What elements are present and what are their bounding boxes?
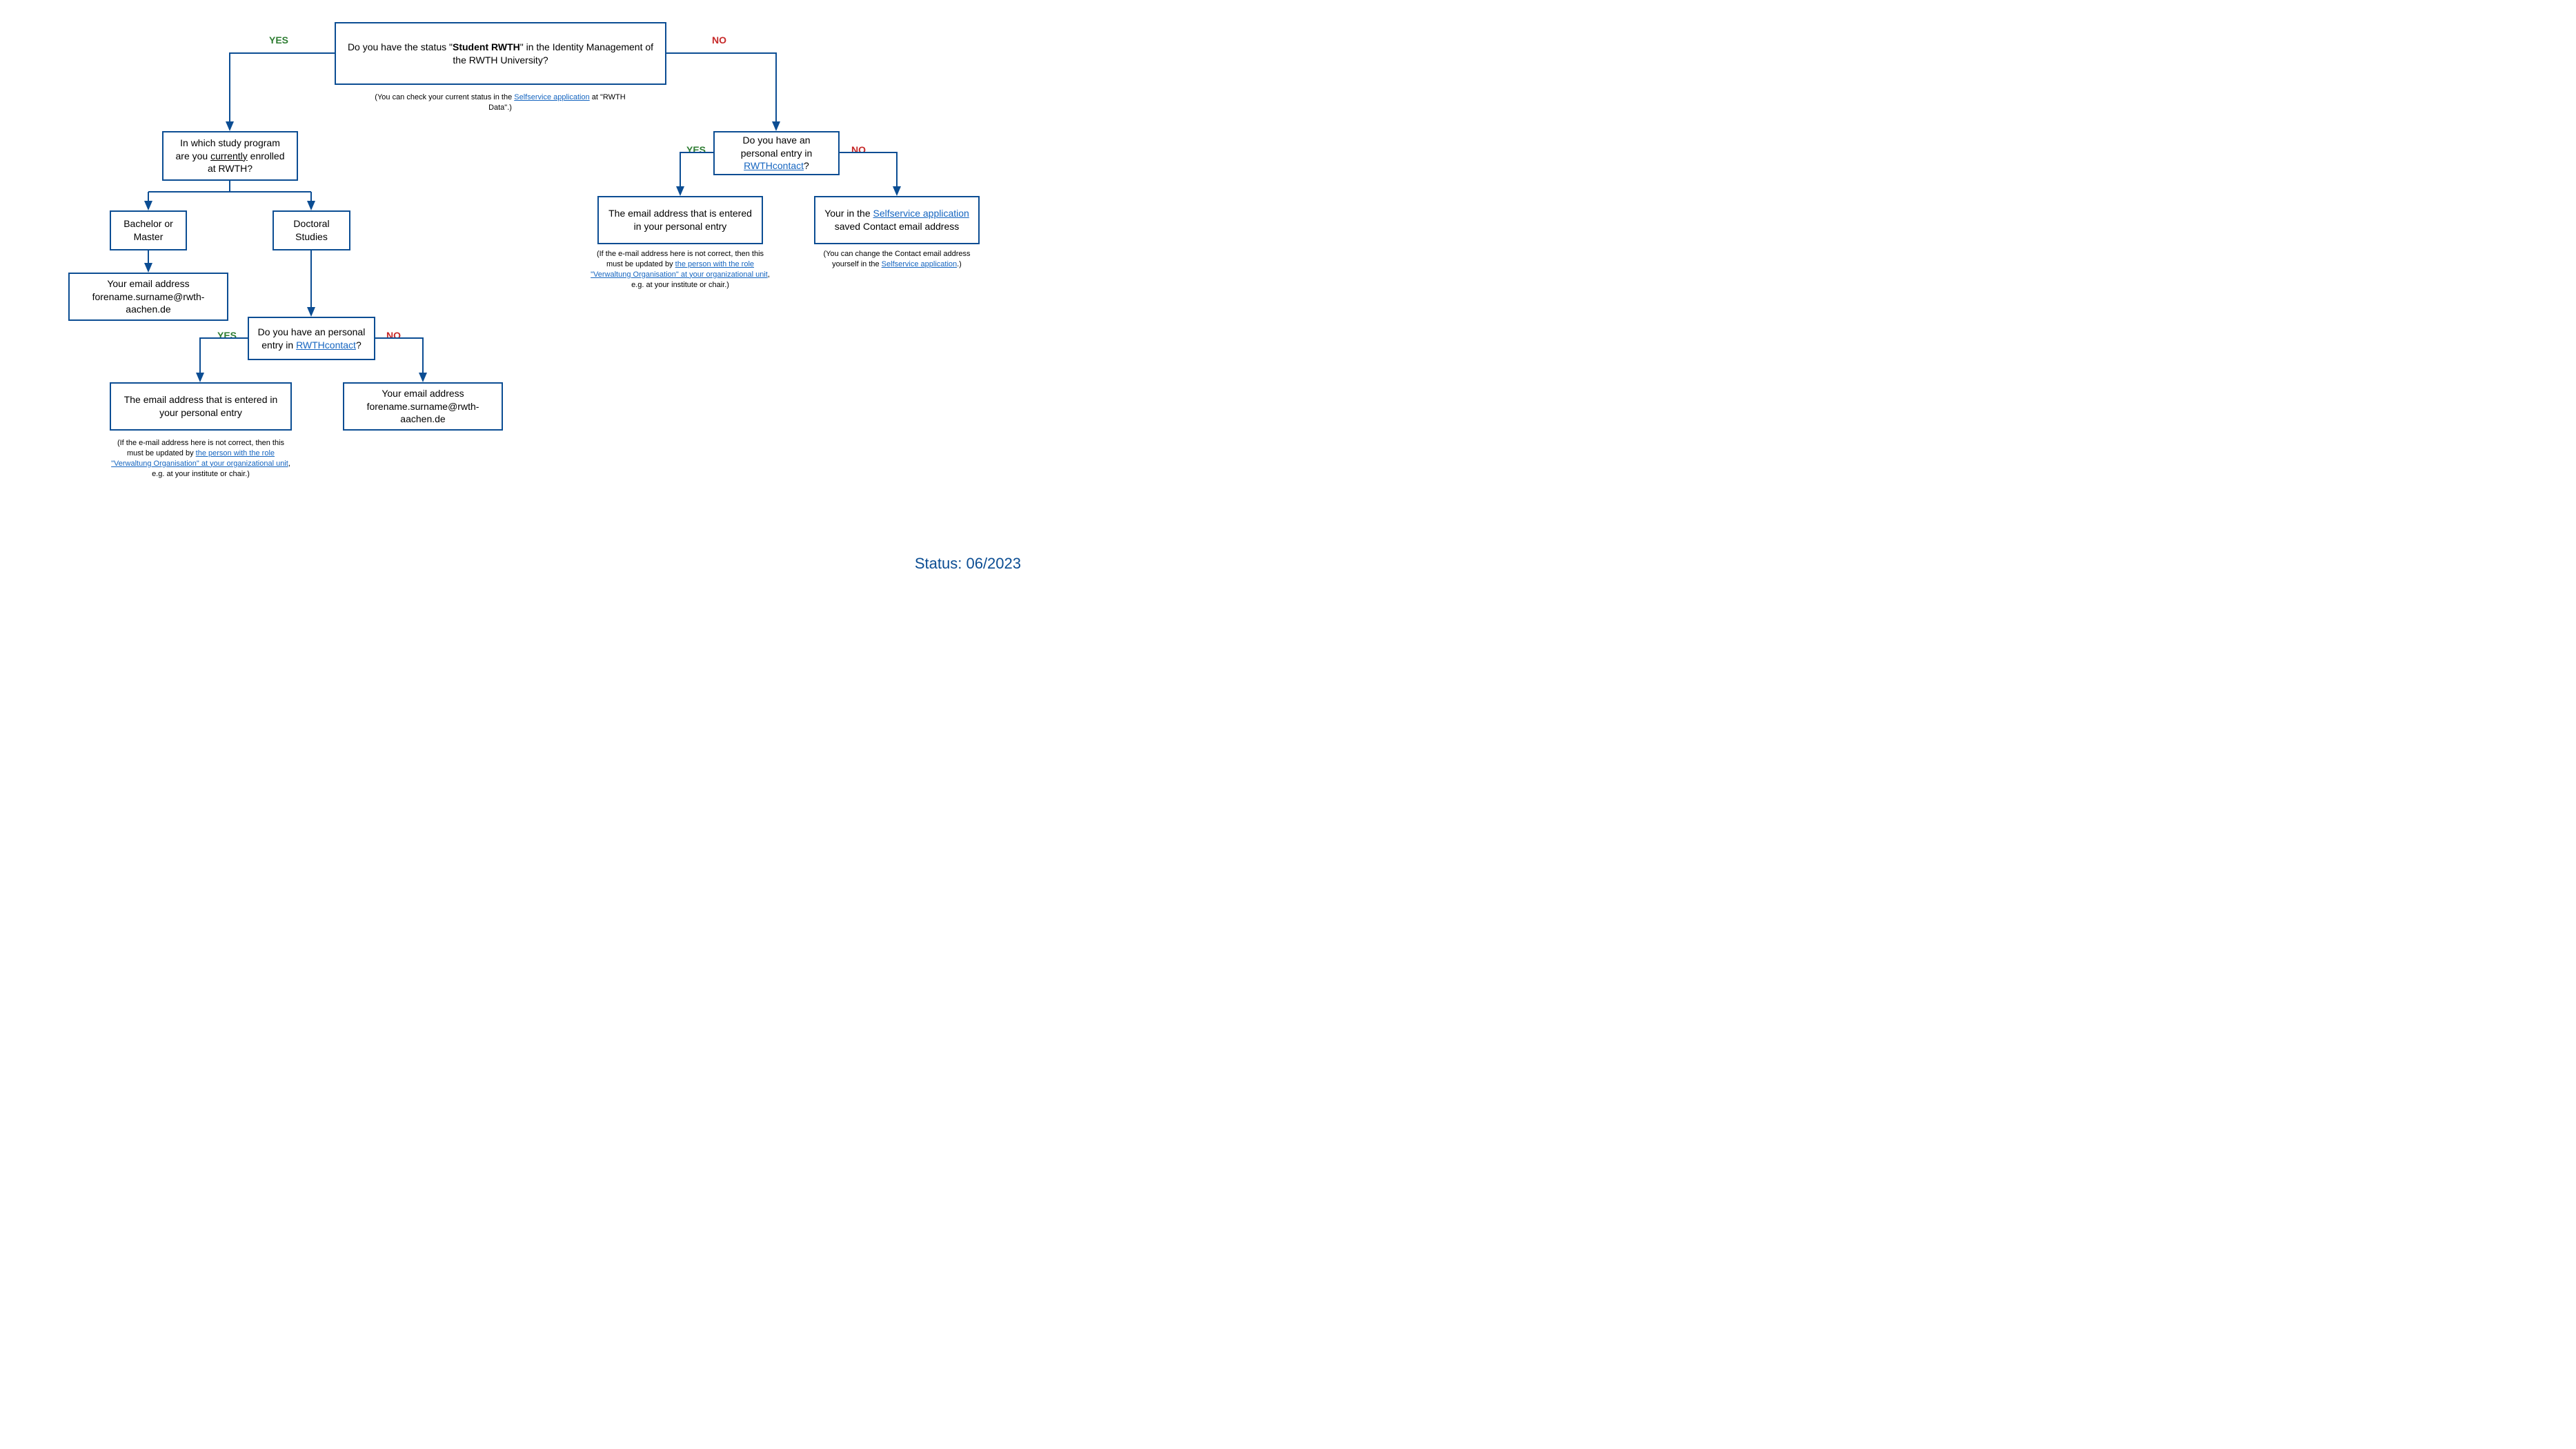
connectors bbox=[0, 0, 1035, 583]
